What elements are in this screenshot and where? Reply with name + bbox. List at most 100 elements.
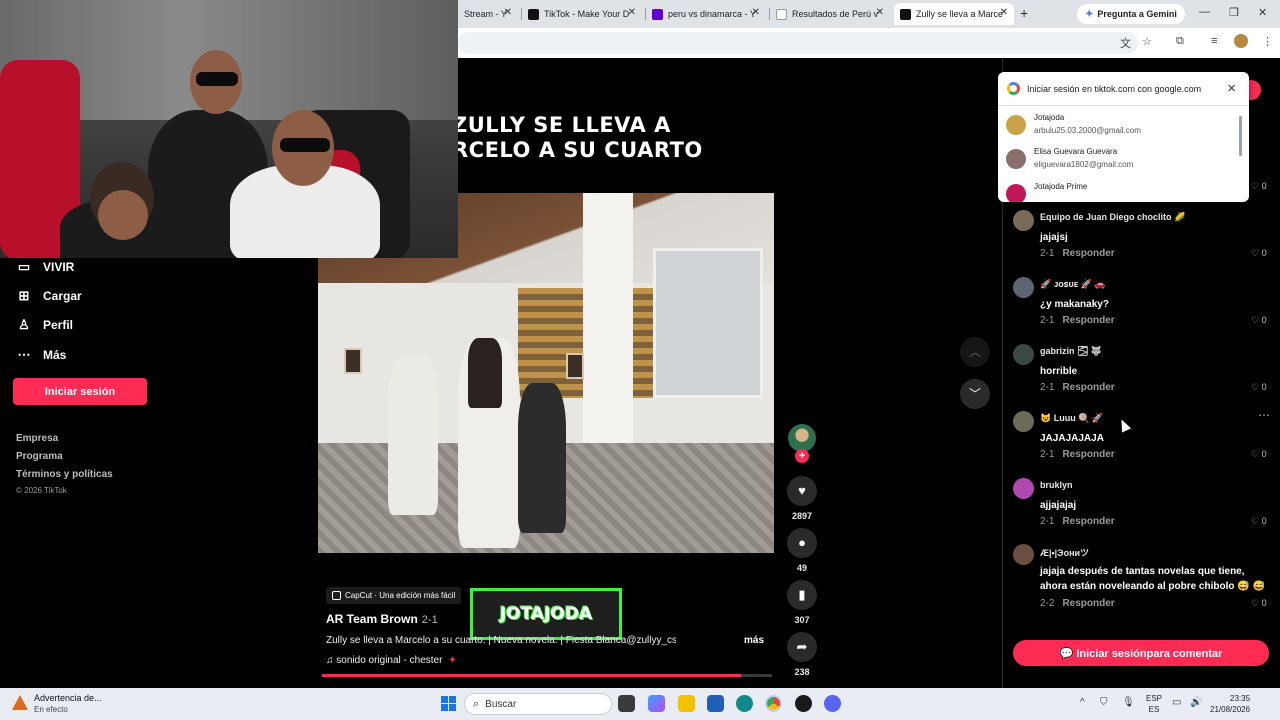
comment-avatar[interactable]: [1013, 478, 1034, 499]
close-window-icon[interactable]: ✕: [1258, 6, 1267, 19]
sidebar-item-live[interactable]: ▭ VIVIR: [16, 259, 75, 275]
media-control-icon[interactable]: ≡: [1211, 35, 1217, 47]
comment-more-options-icon[interactable]: ⋯: [1258, 408, 1270, 422]
discord-icon[interactable]: [824, 695, 841, 712]
popup-scrollbar[interactable]: [1239, 116, 1242, 156]
search-placeholder: Buscar: [485, 698, 517, 710]
tab-resultados[interactable]: Resultados de Perú v ✕: [770, 3, 890, 25]
comment-like-count[interactable]: ♡ 0: [1251, 181, 1267, 192]
new-tab-icon[interactable]: +: [1020, 5, 1028, 21]
system-clock[interactable]: 23:35 21/08/2026: [1210, 693, 1250, 715]
copilot-icon[interactable]: [648, 695, 665, 712]
comment-author[interactable]: Æ|•|Эониツ: [1040, 546, 1089, 559]
obs-icon[interactable]: [795, 695, 812, 712]
gemini-button[interactable]: ✦ Pregunta a Gemini: [1077, 4, 1185, 24]
taskbar-search[interactable]: ⌕ Buscar: [464, 693, 612, 715]
task-view-icon[interactable]: [618, 695, 635, 712]
windows-start-icon[interactable]: [441, 696, 456, 711]
browser-profile-avatar[interactable]: [1234, 34, 1248, 48]
comment-avatar[interactable]: [1013, 277, 1034, 298]
security-icon[interactable]: ⛉: [1100, 697, 1108, 708]
address-bar[interactable]: [458, 32, 1138, 54]
clock-date: 21/08/2026: [1210, 705, 1251, 714]
maximize-icon[interactable]: ❐: [1229, 6, 1239, 19]
like-button[interactable]: ♥: [787, 476, 817, 506]
footer-link-empresa[interactable]: Empresa: [16, 433, 58, 444]
reply-button[interactable]: Responder: [1062, 248, 1114, 259]
language-indicator[interactable]: ESP ES: [1146, 693, 1162, 715]
comment-like[interactable]: ♡ 0: [1251, 598, 1267, 609]
comment-like[interactable]: ♡ 0: [1251, 516, 1267, 527]
capcut-badge[interactable]: CapCut · Una edición más fácil: [326, 587, 462, 604]
comment-like[interactable]: ♡ 0: [1251, 382, 1267, 393]
reply-button[interactable]: Responder: [1062, 449, 1114, 460]
overlay-title-line: RCELO A SU CUARTO: [452, 138, 703, 162]
video-progress-bar[interactable]: [322, 674, 772, 677]
reply-button[interactable]: Responder: [1062, 382, 1114, 393]
share-button[interactable]: ➦: [787, 632, 817, 662]
hidden-login-button[interactable]: [1249, 80, 1261, 100]
volume-icon[interactable]: 🔊: [1190, 697, 1202, 708]
edge-icon[interactable]: [736, 695, 753, 712]
bookmark-star-icon[interactable]: ☆: [1142, 35, 1152, 48]
close-icon[interactable]: ✕: [628, 7, 636, 18]
reply-button[interactable]: Responder: [1062, 598, 1114, 609]
sidebar-item-upload[interactable]: ⊞ Cargar: [16, 288, 82, 304]
login-to-comment-button[interactable]: 💬 Iniciar sesiónpara comentar: [1013, 640, 1269, 666]
sidebar-item-profile[interactable]: ♙ Perfil: [16, 317, 73, 333]
close-icon[interactable]: ✕: [504, 7, 512, 18]
comment-author[interactable]: gabrizin 🌫 🐺: [1040, 346, 1102, 357]
comment-author[interactable]: Equipo de Juan Diego choclito 🌽: [1040, 212, 1185, 223]
chrome-icon[interactable]: [765, 695, 782, 712]
footer-link-terminos[interactable]: Términos y políticas: [16, 469, 113, 480]
save-button[interactable]: ▮: [787, 580, 817, 610]
previous-video-button[interactable]: ︿: [960, 337, 990, 367]
tab-tiktok[interactable]: TikTok - Make Your D ✕: [522, 3, 642, 25]
file-explorer-icon[interactable]: [678, 695, 695, 712]
sidebar-login-button[interactable]: Iniciar sesión: [13, 378, 147, 405]
follow-plus-icon[interactable]: +: [795, 449, 809, 463]
comment-avatar[interactable]: [1013, 344, 1034, 365]
description-more-link[interactable]: más: [744, 635, 764, 646]
minimize-icon[interactable]: —: [1199, 6, 1210, 18]
warning-title[interactable]: Advertencia de...: [34, 693, 102, 703]
comment-author[interactable]: 😺 Luuu 🍭 🚀: [1040, 413, 1103, 424]
close-icon[interactable]: ✕: [752, 7, 760, 18]
video-author[interactable]: AR Team Brown 2-1: [326, 612, 438, 626]
video-sound[interactable]: ♫ sonido original - chester ✦: [326, 655, 457, 666]
tab-zully-active[interactable]: Zully se lleva a Marce ✕: [894, 3, 1014, 25]
mail-icon[interactable]: [707, 695, 724, 712]
microphone-icon[interactable]: 🎙: [1122, 697, 1135, 708]
warning-icon[interactable]: [12, 695, 28, 710]
comment-avatar[interactable]: [1013, 411, 1034, 432]
creator-avatar[interactable]: [788, 424, 816, 452]
close-icon[interactable]: ✕: [1000, 7, 1008, 18]
comment-avatar[interactable]: [1013, 210, 1034, 231]
footer-link-programa[interactable]: Programa: [16, 451, 63, 462]
comment-meta: 2-1 Responder: [1040, 315, 1115, 326]
next-video-button[interactable]: ﹀: [960, 379, 990, 409]
tab-stream[interactable]: Stream - Y ✕: [458, 3, 518, 25]
tab-peru-dinamarca[interactable]: peru vs dinamarca - Y ✕: [646, 3, 766, 25]
capcut-icon: [332, 591, 341, 600]
close-icon[interactable]: ✕: [1227, 82, 1236, 95]
comment-author[interactable]: 🚀 ᴊᴏꜱᴜᴇ 🚀 🚗: [1040, 279, 1106, 290]
comment-button[interactable]: ●: [787, 528, 817, 558]
translate-icon[interactable]: 文: [1120, 35, 1131, 51]
comment-like[interactable]: ♡ 0: [1251, 449, 1267, 460]
comment-like[interactable]: ♡ 0: [1251, 248, 1267, 259]
video-person: [388, 355, 438, 515]
video-window: [653, 248, 763, 398]
reply-button[interactable]: Responder: [1062, 516, 1114, 527]
chevron-up-icon[interactable]: ^: [1080, 697, 1085, 708]
close-icon[interactable]: ✕: [876, 7, 884, 18]
comment-avatar[interactable]: [1013, 544, 1034, 565]
sidebar-item-more[interactable]: ⋯ Más: [16, 347, 67, 363]
extensions-icon[interactable]: ⧉: [1176, 35, 1184, 48]
save-count: 307: [794, 615, 810, 625]
comment-author[interactable]: bruklyn: [1040, 480, 1073, 490]
browser-menu-icon[interactable]: ⋮: [1262, 35, 1273, 48]
network-icon[interactable]: ▭: [1172, 697, 1181, 708]
comment-like[interactable]: ♡ 0: [1251, 315, 1267, 326]
reply-button[interactable]: Responder: [1062, 315, 1114, 326]
